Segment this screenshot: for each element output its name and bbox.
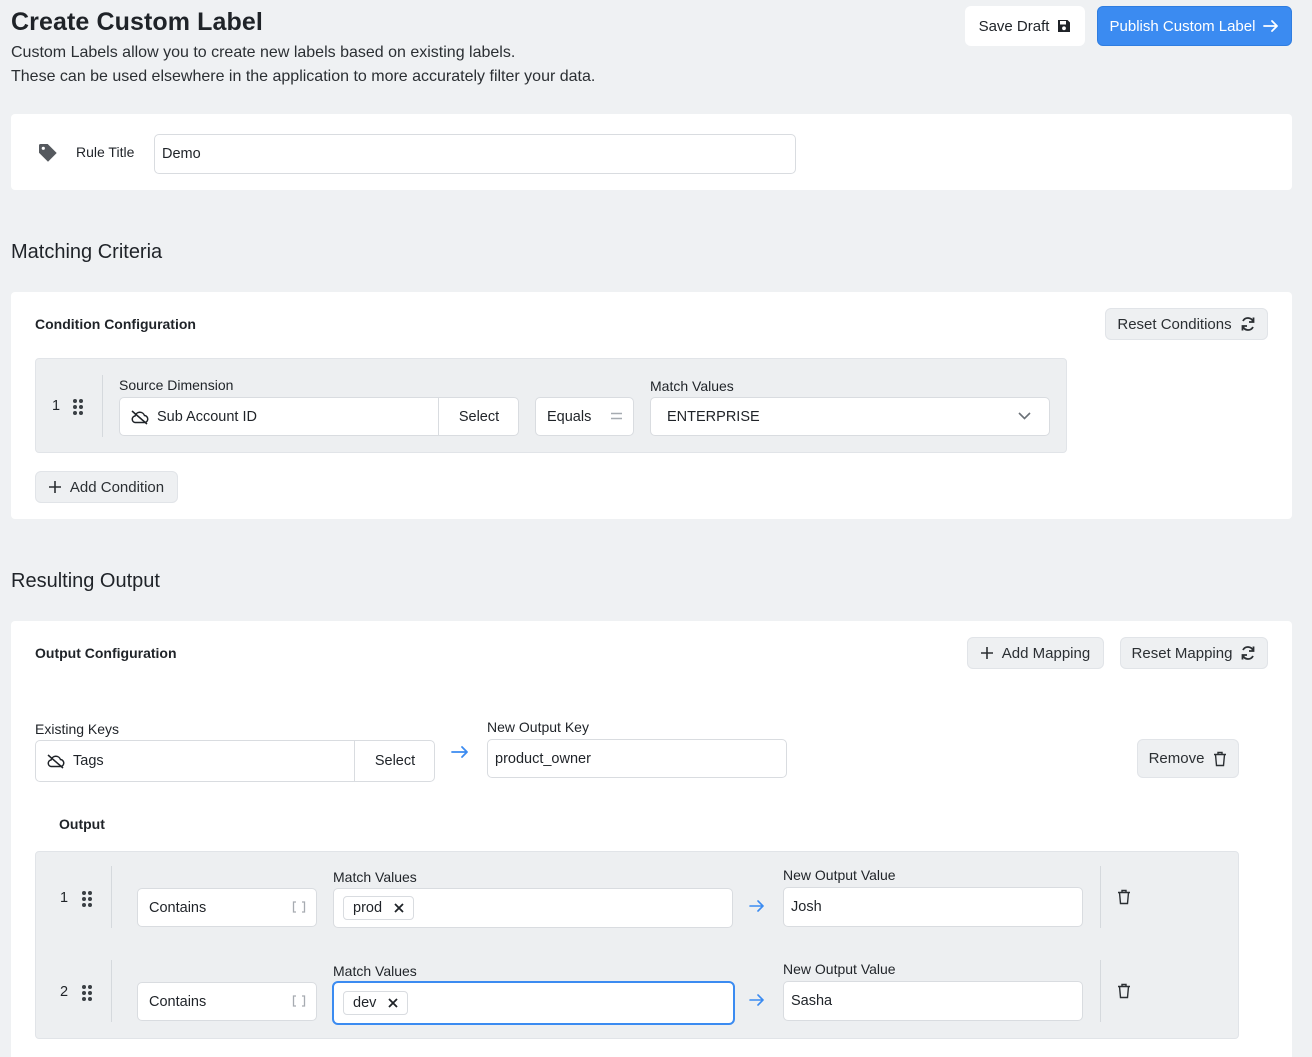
arrow-right-icon (451, 745, 469, 759)
condition-configuration-card: Condition Configuration Reset Conditions… (11, 292, 1292, 519)
drag-handle-icon[interactable] (82, 985, 92, 1001)
matching-criteria-title: Matching Criteria (11, 241, 163, 263)
condition-configuration-title: Condition Configuration (35, 316, 196, 332)
chip-label: prod (353, 900, 383, 916)
condition-row: 1 Source Dimension Sub Account ID Select… (35, 358, 1067, 453)
publish-custom-label-button[interactable]: Publish Custom Label (1097, 6, 1292, 46)
match-values-select[interactable]: ENTERPRISE (650, 397, 1050, 436)
remove-mapping-button[interactable]: Remove (1137, 739, 1239, 778)
match-values-label: Match Values (650, 378, 734, 394)
condition-index: 1 (52, 398, 61, 414)
reset-mapping-button[interactable]: Reset Mapping (1120, 637, 1268, 669)
trash-icon (1213, 751, 1227, 767)
add-mapping-button[interactable]: Add Mapping (967, 637, 1104, 669)
divider (102, 375, 103, 437)
new-output-key-label: New Output Key (487, 719, 589, 735)
chevron-down-icon (1018, 412, 1031, 420)
output-row-index: 1 (60, 890, 69, 906)
operator-value: Equals (547, 408, 592, 425)
trash-icon[interactable] (1117, 889, 1131, 905)
tag-icon (37, 142, 59, 164)
save-draft-label: Save Draft (978, 17, 1050, 35)
source-select-button[interactable]: Select (439, 409, 519, 425)
resulting-output-title: Resulting Output (11, 570, 160, 592)
close-icon[interactable] (388, 998, 399, 1008)
match-values-value: ENTERPRISE (667, 408, 760, 425)
refresh-icon (1240, 645, 1256, 661)
equals-icon (610, 411, 623, 421)
output-label: Output (59, 816, 105, 832)
cloud-icon (130, 409, 149, 425)
arrow-right-icon (749, 993, 765, 1007)
rule-title-input[interactable]: Demo (154, 134, 796, 174)
output-rows-panel: 1 Contains Match Values prod New Output … (35, 851, 1239, 1039)
divider (1100, 866, 1101, 928)
reset-mapping-label: Reset Mapping (1131, 644, 1233, 662)
existing-keys-value: Tags (73, 753, 104, 769)
refresh-icon (1240, 316, 1256, 332)
divider (111, 960, 112, 1022)
add-mapping-label: Add Mapping (1001, 644, 1091, 662)
new-output-key-input[interactable]: product_owner (487, 739, 787, 778)
operator-select[interactable]: Equals (535, 397, 634, 436)
add-condition-label: Add Condition (69, 478, 165, 496)
rule-title-card: Rule Title Demo (11, 114, 1292, 190)
cloud-icon (46, 753, 65, 769)
chip-label: dev (353, 995, 377, 1011)
plus-icon (980, 647, 993, 659)
page-description-line-2: These can be used elsewhere in the appli… (11, 68, 596, 85)
new-output-value-label: New Output Value (783, 961, 896, 977)
output-row-match-values-field-focused[interactable]: dev (332, 981, 735, 1025)
page-description-line-1: Custom Labels allow you to create new la… (11, 44, 516, 61)
divider (1100, 960, 1101, 1022)
drag-handle-icon[interactable] (82, 891, 92, 907)
match-value-chip: dev (343, 991, 409, 1015)
output-row-value-input[interactable]: Josh (783, 887, 1083, 927)
trash-icon[interactable] (1117, 983, 1131, 999)
existing-keys-label: Existing Keys (35, 721, 120, 737)
existing-keys-select-button[interactable]: Select (355, 753, 435, 769)
operator-value: Contains (149, 899, 207, 916)
output-row-value-input[interactable]: Sasha (783, 981, 1083, 1021)
drag-handle-icon[interactable] (73, 399, 83, 415)
output-row-operator-select[interactable]: Contains (137, 982, 317, 1021)
rule-title-label: Rule Title (76, 144, 135, 160)
plus-icon (48, 481, 61, 493)
close-icon[interactable] (394, 903, 404, 913)
output-row-operator-select[interactable]: Contains (137, 888, 317, 927)
arrow-right-icon (749, 899, 765, 913)
source-dimension-value: Sub Account ID (157, 408, 257, 425)
existing-keys-field[interactable]: Tags Select (35, 740, 435, 782)
source-dimension-field[interactable]: Sub Account ID Select (119, 397, 519, 436)
publish-label: Publish Custom Label (1109, 17, 1256, 35)
divider (111, 866, 112, 928)
reset-conditions-label: Reset Conditions (1117, 315, 1232, 333)
output-configuration-card: Output Configuration Add Mapping Reset M… (11, 621, 1292, 1057)
brackets-icon (292, 901, 306, 913)
add-condition-button[interactable]: Add Condition (35, 471, 178, 503)
remove-label: Remove (1148, 750, 1205, 767)
match-values-label: Match Values (333, 963, 417, 979)
save-icon (1057, 19, 1071, 33)
match-values-label: Match Values (333, 869, 417, 885)
save-draft-button[interactable]: Save Draft (965, 6, 1085, 46)
reset-conditions-button[interactable]: Reset Conditions (1105, 308, 1268, 340)
operator-value: Contains (149, 993, 207, 1010)
output-row-index: 2 (60, 984, 69, 1000)
new-output-value-label: New Output Value (783, 867, 896, 883)
page-title: Create Custom Label (11, 8, 263, 36)
output-row-match-values-field[interactable]: prod (333, 888, 733, 928)
arrow-right-icon (1263, 19, 1279, 33)
source-dimension-label: Source Dimension (119, 377, 234, 393)
match-value-chip: prod (343, 896, 415, 920)
brackets-icon (292, 995, 306, 1007)
output-configuration-title: Output Configuration (35, 645, 177, 661)
